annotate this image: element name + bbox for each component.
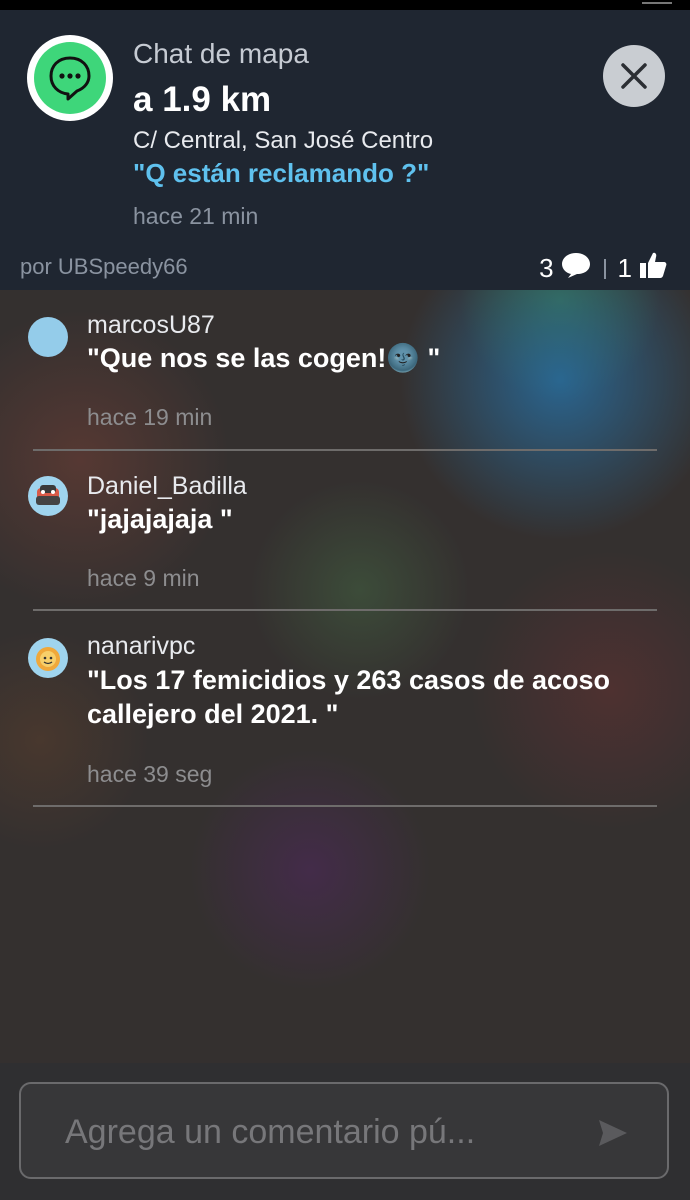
status-bar-glyph — [642, 0, 672, 4]
stats-divider — [603, 258, 606, 279]
chat-topic: "Q están reclamando ?" — [133, 158, 430, 188]
comment-username[interactable]: marcosU87 — [87, 311, 215, 340]
comment-username[interactable]: Daniel_Badilla — [87, 472, 247, 501]
comment-count: 3 — [539, 253, 554, 283]
comment-text: "Que nos se las cogen!🌚 " — [87, 343, 441, 373]
comment-text: "jajajajaja " — [87, 504, 233, 534]
send-button[interactable] — [595, 1115, 631, 1151]
comment-composer — [0, 1063, 690, 1200]
chat-stats: 3 1 — [539, 250, 668, 287]
blue-circle-avatar[interactable] — [28, 317, 68, 357]
comment-bubble-icon — [560, 251, 592, 286]
comment-time: hace 39 seg — [87, 761, 213, 787]
address-label: C/ Central, San José Centro — [133, 127, 434, 154]
comment-input[interactable] — [63, 1108, 587, 1156]
comment-time: hace 9 min — [87, 565, 200, 591]
sun-avatar[interactable] — [28, 638, 68, 678]
map-chat-icon — [27, 35, 113, 121]
comment-input-box[interactable] — [19, 1082, 669, 1179]
status-bar-strip — [0, 0, 690, 10]
wazer-car-avatar[interactable] — [28, 476, 68, 516]
distance-label: a 1.9 km — [133, 80, 272, 119]
chat-header: Chat de mapa a 1.9 km C/ Central, San Jo… — [0, 10, 690, 290]
comment-separator — [33, 449, 657, 451]
chat-title: Chat de mapa — [133, 38, 309, 69]
send-icon — [599, 1120, 627, 1146]
comments-feed[interactable]: marcosU87 "Que nos se las cogen!🌚 " hace… — [0, 290, 690, 1063]
close-button[interactable] — [603, 45, 665, 107]
thumbs-up-icon[interactable] — [638, 250, 668, 287]
like-count: 1 — [617, 253, 632, 283]
comment-separator — [33, 609, 657, 611]
close-icon — [621, 63, 647, 89]
comment-text: "Los 17 femicidios y 263 casos de acoso … — [87, 665, 611, 729]
comment-separator — [33, 805, 657, 807]
author-label: por UBSpeedy66 — [20, 254, 188, 279]
posted-time: hace 21 min — [133, 203, 259, 229]
comment-username[interactable]: nanarivpc — [87, 632, 195, 661]
comment-time: hace 19 min — [87, 404, 213, 430]
